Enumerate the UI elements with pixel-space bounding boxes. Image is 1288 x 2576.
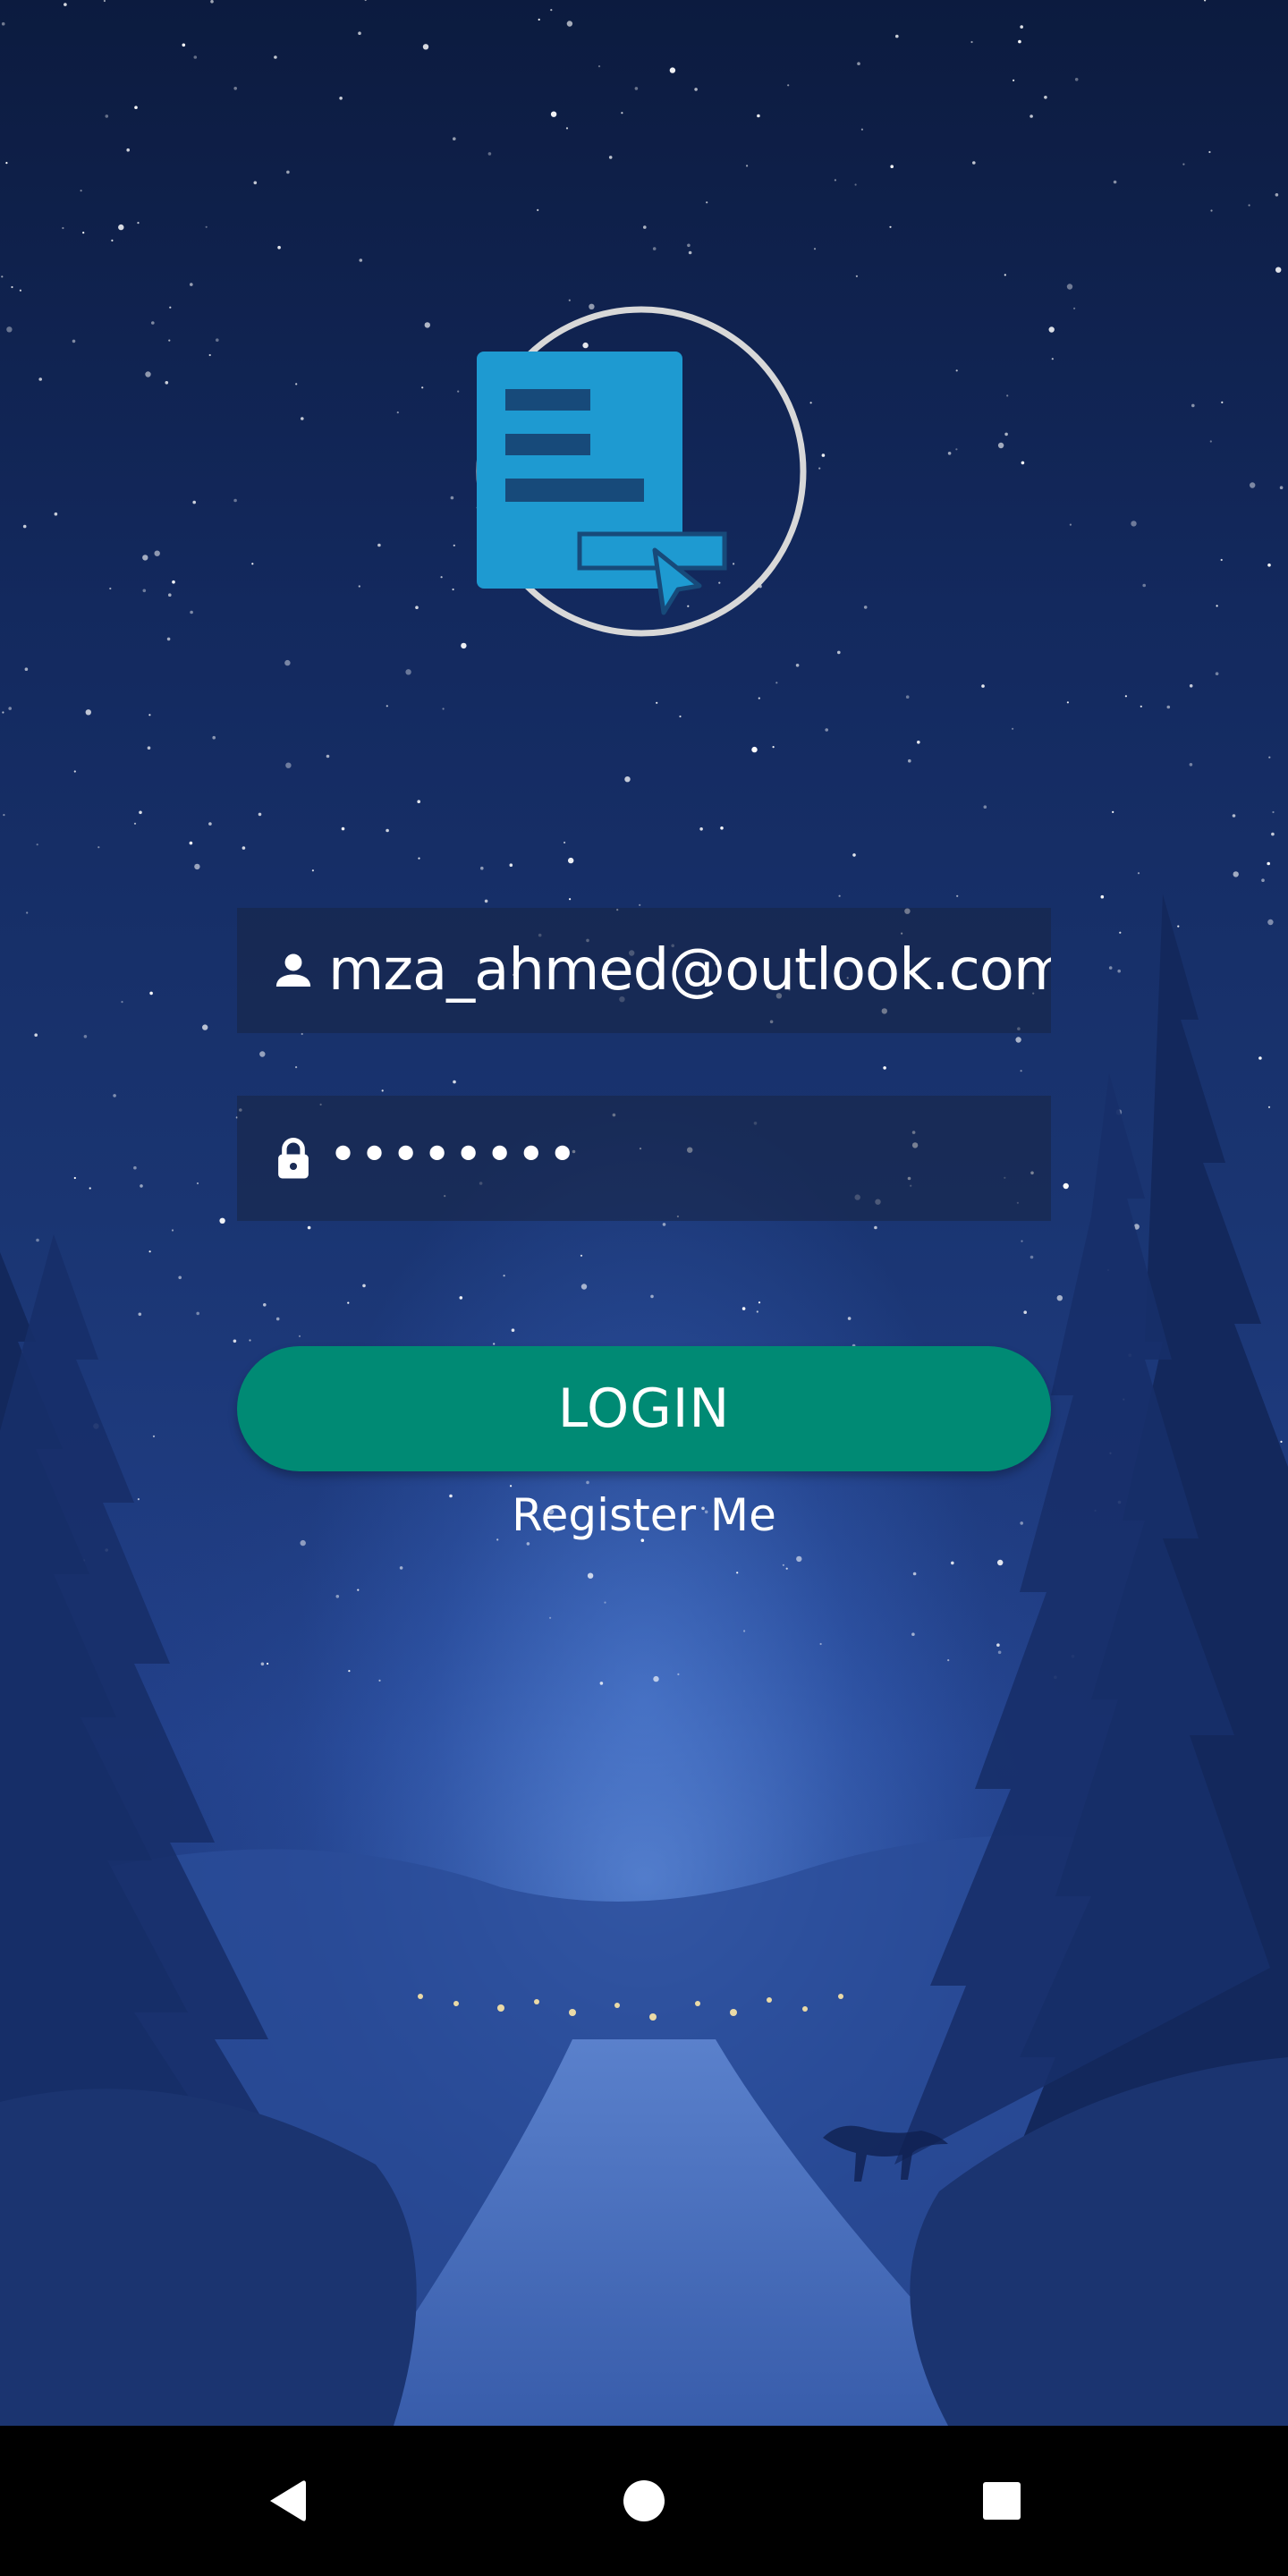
home-circle-icon xyxy=(623,2480,665,2521)
email-field[interactable]: mza_ahmed@outlook.com xyxy=(237,908,1051,1033)
recents-button[interactable] xyxy=(962,2462,1041,2540)
back-button[interactable] xyxy=(247,2462,326,2540)
app-logo xyxy=(465,300,823,657)
system-navigation-bar xyxy=(0,2426,1288,2576)
password-field[interactable]: •••••••• xyxy=(237,1096,1051,1221)
login-button[interactable]: LOGIN xyxy=(237,1346,1051,1471)
recents-square-icon xyxy=(983,2482,1021,2520)
back-triangle-icon xyxy=(270,2480,306,2521)
home-button[interactable] xyxy=(605,2462,683,2540)
lock-icon xyxy=(278,1138,309,1179)
register-link[interactable]: Register Me xyxy=(0,1489,1288,1541)
email-value: mza_ahmed@outlook.com xyxy=(328,937,1051,1004)
password-value: •••••••• xyxy=(328,1125,580,1184)
form-cursor-logo-icon xyxy=(476,306,807,637)
person-icon xyxy=(275,953,311,987)
